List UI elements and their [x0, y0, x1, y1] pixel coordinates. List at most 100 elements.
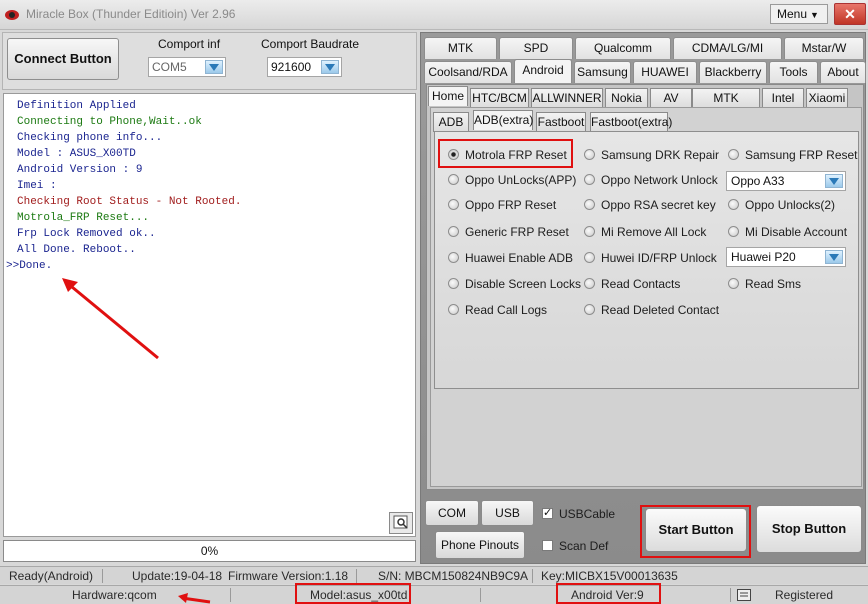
- tab-fastboot-extra[interactable]: Fastboot(extra): [590, 112, 672, 132]
- option-label: Disable Screen Locks: [465, 277, 582, 291]
- radio-icon: [448, 278, 459, 289]
- connect-button[interactable]: Connect Button: [7, 38, 119, 80]
- option-samsung-drk-repair[interactable]: Samsung DRK Repair: [584, 148, 719, 162]
- divider: [480, 588, 481, 602]
- dropdown-arrow-icon: [205, 60, 223, 74]
- close-button[interactable]: ✕: [834, 3, 866, 25]
- tab-huawei[interactable]: HUAWEI: [633, 61, 697, 83]
- checkbox-unchecked-icon: [542, 540, 553, 551]
- radio-icon: [448, 304, 459, 315]
- tab-about[interactable]: About: [820, 61, 866, 83]
- radio-icon: [584, 149, 595, 160]
- huawei-model-select-value: Huawei P20: [731, 250, 796, 264]
- option-label: Oppo Unlocks(2): [745, 198, 836, 212]
- tab-spd[interactable]: SPD: [499, 37, 573, 59]
- oppo-model-select[interactable]: Oppo A33: [726, 171, 846, 191]
- option-oppo-unlocks-app[interactable]: Oppo UnLocks(APP): [448, 173, 576, 187]
- option-oppo-frp-reset[interactable]: Oppo FRP Reset: [448, 198, 556, 212]
- menu-button[interactable]: Menu ▼: [770, 4, 828, 24]
- usb-scan-button[interactable]: USB Scan: [481, 500, 534, 544]
- stop-button[interactable]: Stop Button: [756, 505, 862, 553]
- option-oppo-unlocks-2[interactable]: Oppo Unlocks(2): [728, 198, 835, 212]
- option-huawei-enable-adb[interactable]: Huawei Enable ADB: [448, 251, 573, 265]
- com-scan-button[interactable]: COM Scan: [425, 500, 479, 544]
- tab-mtk-flasher[interactable]: MTK Flasher: [692, 88, 760, 124]
- tab-htc-bcm[interactable]: HTC/BCM: [470, 88, 529, 108]
- radio-icon: [448, 226, 459, 237]
- tab-cdma-lg-mi[interactable]: CDMA/LG/MI: [673, 37, 782, 59]
- radio-icon: [728, 149, 739, 160]
- tab-home[interactable]: Home: [428, 86, 468, 106]
- radio-icon: [728, 199, 739, 210]
- radio-icon: [584, 252, 595, 263]
- option-oppo-rsa-secret-key[interactable]: Oppo RSA secret key: [584, 198, 716, 212]
- scan-icon[interactable]: [389, 512, 413, 534]
- option-label: Samsung FRP Reset: [745, 148, 858, 162]
- radio-icon: [584, 304, 595, 315]
- tab-intel[interactable]: Intel: [762, 88, 804, 108]
- log-line: All Done. Reboot..: [17, 244, 136, 256]
- tab-blackberry[interactable]: Blackberry: [699, 61, 767, 83]
- option-generic-frp-reset[interactable]: Generic FRP Reset: [448, 225, 569, 239]
- log-line: Android Version : 9: [17, 164, 143, 176]
- tab-mstar-w[interactable]: Mstar/W: [784, 37, 864, 59]
- baudrate-select[interactable]: 921600: [267, 57, 342, 77]
- status-update: Update:19-04-18: [132, 569, 223, 583]
- option-label: Read Deleted Contact: [601, 303, 720, 317]
- tab-nokia[interactable]: Nokia: [605, 88, 648, 108]
- menu-label: Menu: [777, 7, 808, 21]
- annotation-arrow: [62, 278, 159, 360]
- comport-select[interactable]: COM5: [148, 57, 226, 77]
- option-read-contacts[interactable]: Read Contacts: [584, 277, 680, 291]
- adb-extra-options: Motrola FRP Reset Oppo UnLocks(APP) Oppo F…: [434, 131, 859, 389]
- option-disable-screen-locks[interactable]: Disable Screen Locks: [448, 277, 581, 291]
- usb-cable-checkbox[interactable]: USBCable: [542, 506, 615, 521]
- tab-fastboot[interactable]: Fastboot: [536, 112, 586, 132]
- option-label: Huwei ID/FRP Unlock: [601, 251, 717, 265]
- status-firmware: Firmware Version:1.18: [228, 569, 349, 583]
- scan-def-checkbox[interactable]: Scan Def: [542, 539, 608, 553]
- tab-tools[interactable]: Tools: [769, 61, 818, 83]
- phone-pinouts-button[interactable]: Phone Pinouts: [435, 531, 525, 559]
- option-read-deleted-contact[interactable]: Read Deleted Contact: [584, 303, 719, 317]
- option-mi-disable-account[interactable]: Mi Disable Account: [728, 225, 847, 239]
- tab-android[interactable]: Android: [514, 59, 572, 83]
- radio-icon: [584, 174, 595, 185]
- comport-value: COM5: [152, 60, 187, 74]
- option-huwei-id-frp-unlock[interactable]: Huwei ID/FRP Unlock: [584, 251, 717, 265]
- option-label: Read Contacts: [601, 277, 681, 291]
- radio-icon: [584, 226, 595, 237]
- option-label: Mi Disable Account: [745, 225, 848, 239]
- option-label: Read Call Logs: [465, 303, 548, 317]
- status-hardware: Hardware:qcom: [72, 588, 157, 602]
- tab-coolsand-rda[interactable]: Coolsand/RDA: [424, 61, 512, 83]
- radio-icon: [728, 278, 739, 289]
- radio-icon: [448, 199, 459, 210]
- status-registered: Registered: [775, 588, 834, 602]
- highlight-box: [438, 139, 573, 168]
- huawei-model-select[interactable]: Huawei P20: [726, 247, 846, 267]
- tab-samsung[interactable]: Samsung: [574, 61, 631, 83]
- radio-icon: [584, 199, 595, 210]
- progress-bar: 0%: [3, 540, 416, 562]
- scan-def-label: Scan Def: [559, 539, 609, 553]
- tab-adb[interactable]: ADB: [433, 112, 469, 132]
- log-line: Imei :: [17, 180, 57, 192]
- option-mi-remove-all-lock[interactable]: Mi Remove All Lock: [584, 225, 706, 239]
- option-samsung-frp-reset[interactable]: Samsung FRP Reset: [728, 148, 858, 162]
- baudrate-value: 921600: [271, 60, 312, 74]
- tab-xiaomi[interactable]: Xiaomi: [806, 88, 848, 108]
- option-oppo-network-unlock[interactable]: Oppo Network Unlock: [584, 173, 718, 187]
- tab-qualcomm[interactable]: Qualcomm: [575, 37, 671, 59]
- dropdown-arrow-icon: [321, 60, 339, 74]
- option-read-sms[interactable]: Read Sms: [728, 277, 801, 291]
- radio-icon: [584, 278, 595, 289]
- option-label: Read Sms: [745, 277, 802, 291]
- radio-icon: [728, 226, 739, 237]
- tab-adb-extra[interactable]: ADB(extra): [473, 110, 533, 130]
- status-key: Key:MICBX15V00013635: [541, 569, 678, 583]
- tab-mtk[interactable]: MTK: [424, 37, 497, 59]
- option-read-call-logs[interactable]: Read Call Logs: [448, 303, 547, 317]
- tab-allwinner[interactable]: ALLWINNER: [531, 88, 603, 108]
- tab-av[interactable]: AV: [650, 88, 692, 108]
